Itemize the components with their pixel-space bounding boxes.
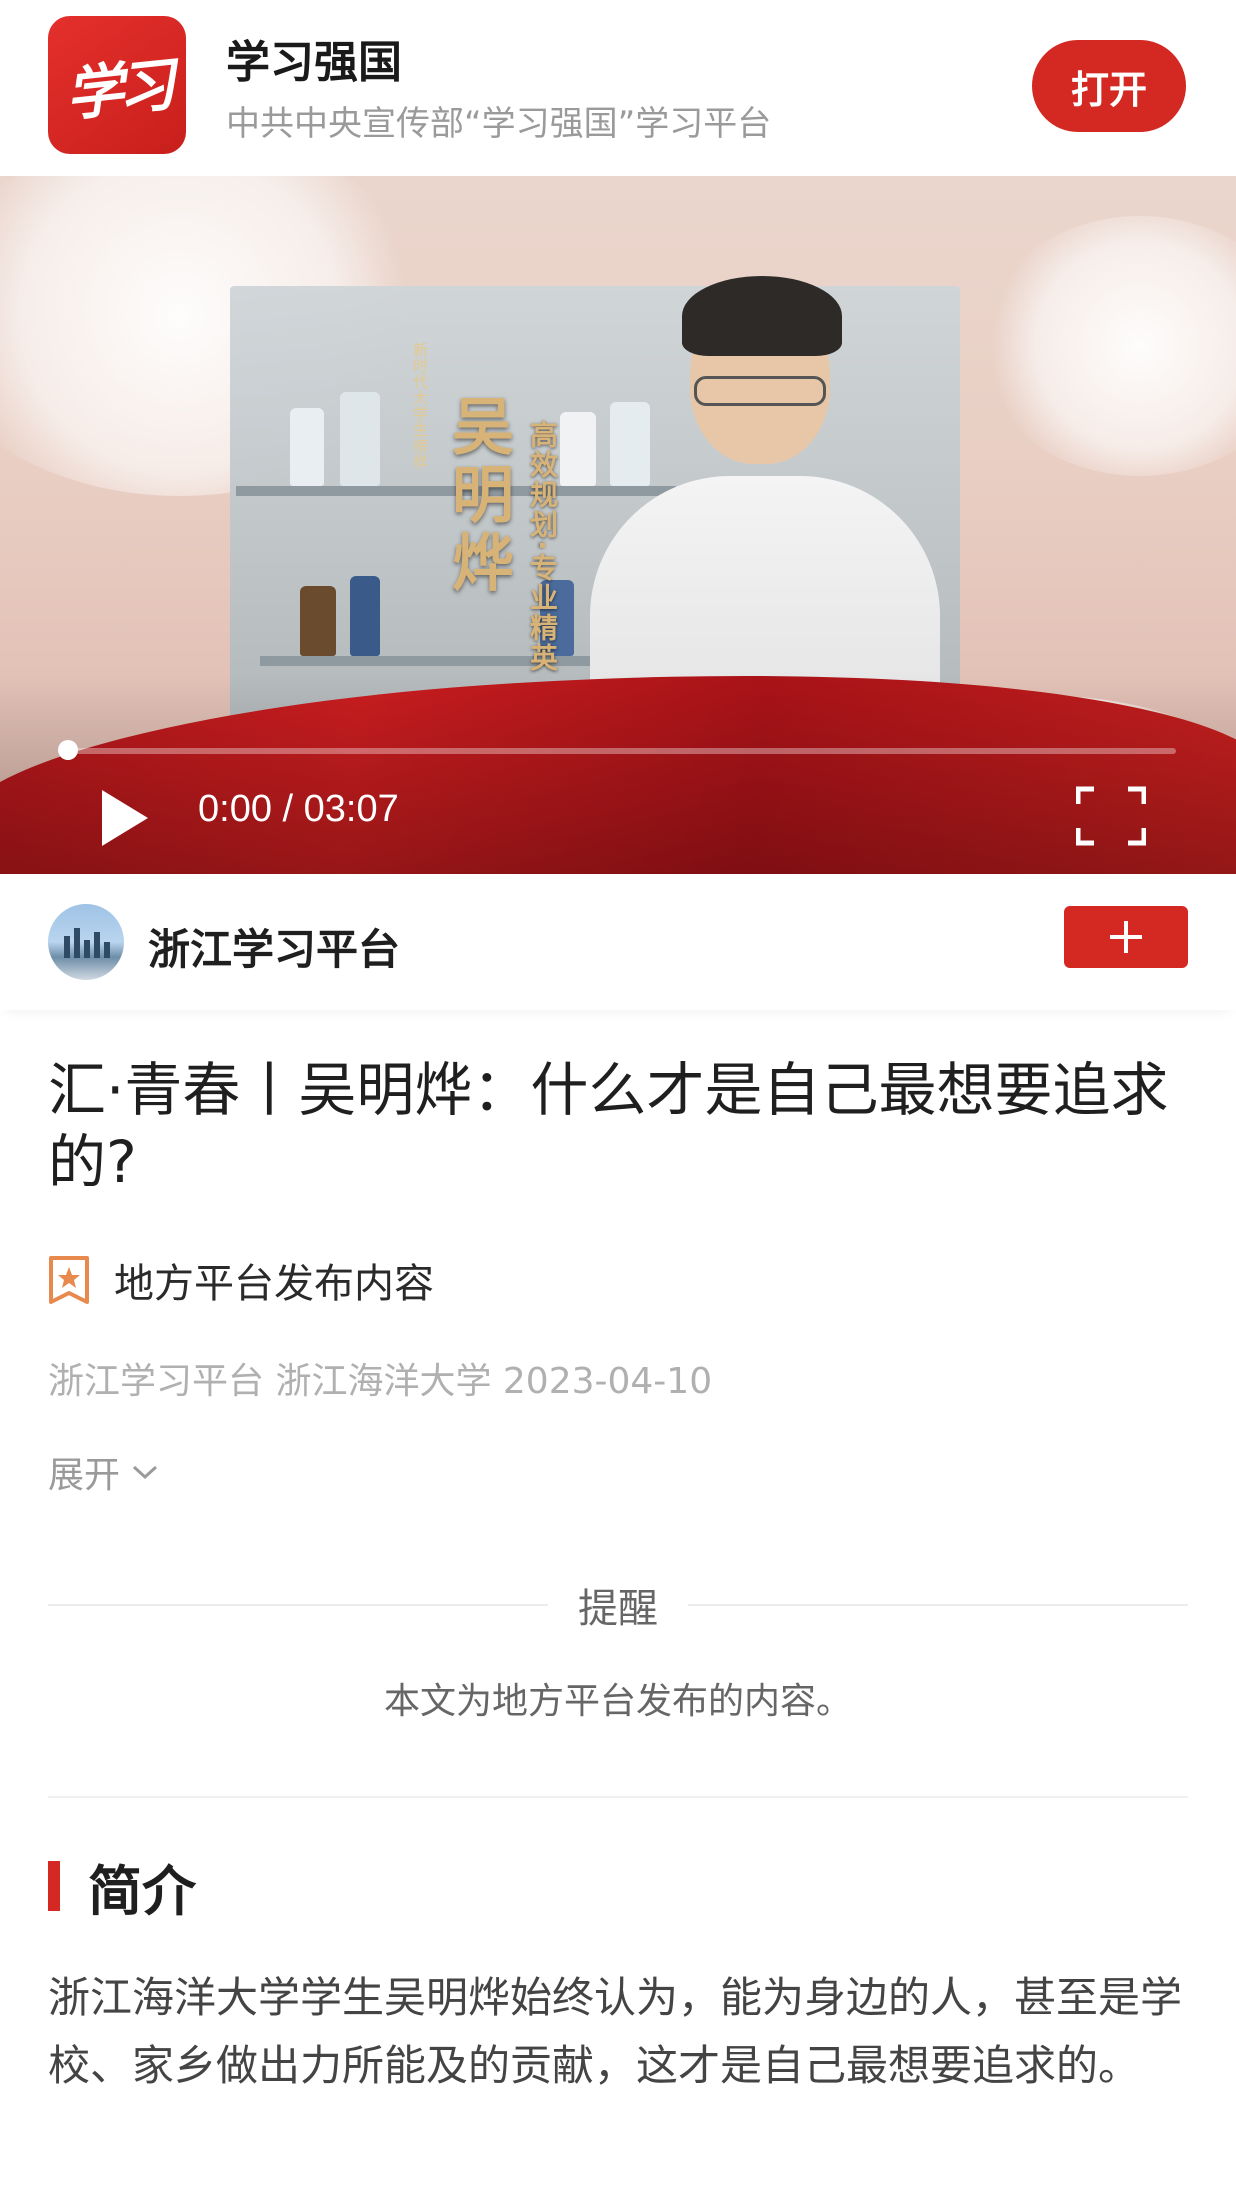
section-divider: [48, 1796, 1188, 1798]
app-name: 学习强国: [226, 37, 402, 88]
section-accent-bar: [48, 1861, 60, 1911]
video-bottle: [350, 576, 380, 656]
expand-toggle[interactable]: 展开: [48, 1446, 160, 1498]
source-tag: 地方平台发布内容: [48, 1252, 434, 1308]
intro-heading: 简介: [88, 1859, 196, 1923]
plus-icon: [1110, 921, 1142, 953]
expand-label: 展开: [48, 1455, 121, 1496]
app-logo[interactable]: 学习: [48, 16, 186, 154]
follow-button[interactable]: [1064, 906, 1188, 968]
video-shelf: [260, 656, 640, 666]
notice-body: 本文为地方平台发布的内容。: [383, 1681, 852, 1722]
article-meta: 浙江学习平台 浙江海洋大学 2023-04-10: [48, 1361, 713, 1402]
notice-title: 提醒: [0, 1576, 1236, 1634]
video-progress-handle[interactable]: [58, 740, 78, 760]
fullscreen-icon[interactable]: [1076, 786, 1146, 846]
article-title: 汇·青春丨吴明烨：什么才是自己最想要追求的?: [48, 1056, 1169, 1196]
app-description: 中共中央宣传部“学习强国”学习平台: [226, 104, 772, 144]
open-app-button[interactable]: 打开: [1032, 40, 1186, 132]
video-overlay-title: 吴明烨: [441, 394, 514, 598]
intro-text: 浙江海洋大学学生吴明烨始终认为，能为身边的人，甚至是学校、家乡做出力所能及的贡献…: [48, 1973, 1183, 2090]
video-person-glasses: [694, 376, 826, 406]
video-overlay-subtitle: 高效规划·专业精英: [526, 420, 559, 673]
video-player[interactable]: 新时代大学生榜样 吴明烨 高效规划·专业精英 0:00 / 03:07: [0, 176, 1236, 874]
local-platform-badge-icon: [49, 1256, 89, 1304]
video-bottle: [610, 402, 650, 486]
video-cloud: [980, 216, 1236, 476]
video-controls-shade: [0, 674, 1236, 874]
app-download-banner: 学习 学习强国 中共中央宣传部“学习强国”学习平台 打开: [0, 0, 1236, 176]
channel-name[interactable]: 浙江学习平台: [148, 916, 400, 977]
intro-section-header: 简介: [48, 1856, 196, 1923]
video-overlay-series: 新时代大学生榜样: [411, 342, 429, 470]
video-person-hair: [682, 276, 842, 356]
chevron-down-icon: [133, 1465, 158, 1480]
video-time: 0:00 / 03:07: [198, 788, 399, 830]
channel-row: 浙江学习平台: [0, 874, 1236, 1010]
app-logo-text: 学习: [62, 50, 173, 130]
video-progress-bar[interactable]: [60, 748, 1176, 754]
channel-avatar[interactable]: [48, 904, 124, 980]
play-icon[interactable]: [98, 788, 150, 848]
video-bottle: [340, 392, 380, 486]
source-tag-label: 地方平台发布内容: [114, 1261, 434, 1307]
video-bottle: [300, 586, 336, 656]
video-bottle: [560, 412, 596, 486]
video-bottle: [290, 408, 324, 486]
